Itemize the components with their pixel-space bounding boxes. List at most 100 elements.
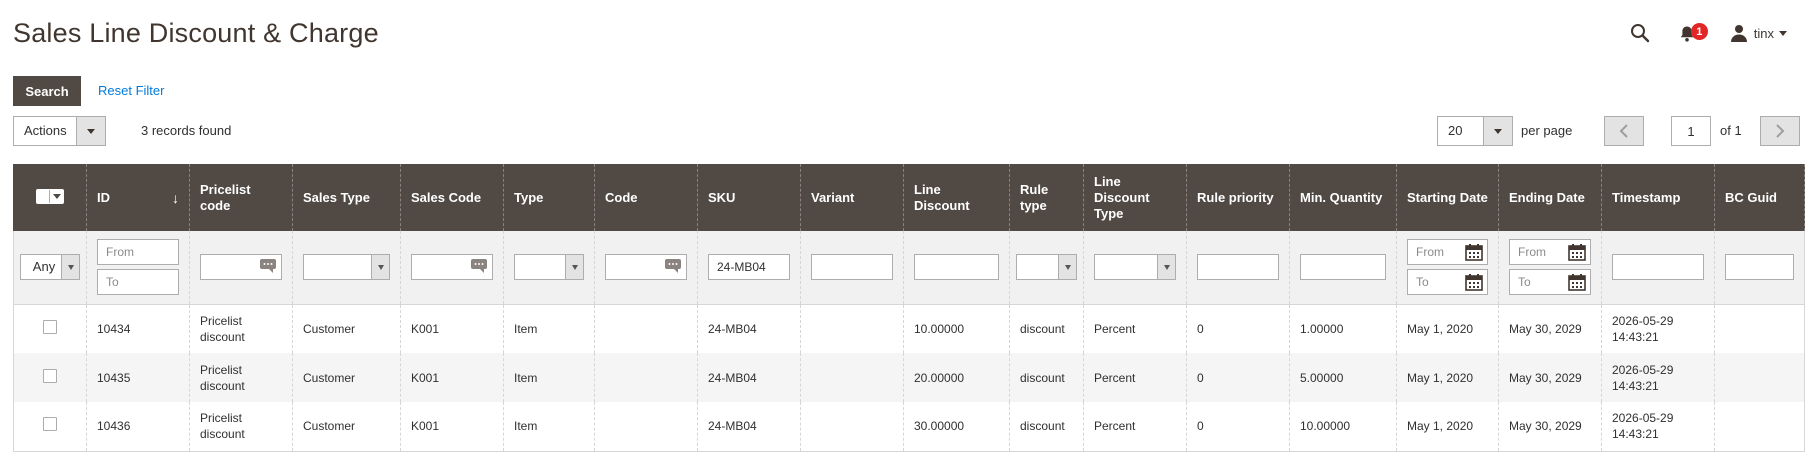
reset-filter-link[interactable]: Reset Filter [98, 83, 164, 98]
bc-guid-input[interactable] [1725, 254, 1794, 281]
filter-cell-timestamp [1601, 231, 1715, 305]
filter-cell-sales-type [292, 231, 401, 305]
cell-bc-guid [1714, 402, 1805, 452]
notification-count-badge: 1 [1690, 23, 1708, 40]
column-header-code[interactable]: Code [594, 164, 698, 231]
cell-min-quantity: 5.00000 [1289, 353, 1397, 402]
filter-cell-starting-date [1396, 231, 1499, 305]
calendar-icon[interactable] [1568, 273, 1586, 292]
chevron-left-icon [1619, 124, 1628, 138]
cell-id: 10435 [86, 353, 190, 402]
sku-input[interactable] [708, 254, 790, 281]
filter-cell-line-discount [903, 231, 1010, 305]
actions-dropdown[interactable]: Actions [13, 116, 106, 146]
current-page-input[interactable] [1671, 116, 1711, 146]
chevron-down-icon [371, 255, 389, 280]
rule-priority-input[interactable] [1197, 254, 1279, 281]
cell-ending-date: May 30, 2029 [1498, 304, 1602, 353]
column-header-rule-priority[interactable]: Rule priority [1186, 164, 1290, 231]
rule-type-select[interactable] [1016, 254, 1077, 281]
filter-cell-line-discount-type [1083, 231, 1187, 305]
min-quantity-input[interactable] [1300, 254, 1386, 281]
previous-page-button[interactable] [1604, 116, 1644, 146]
column-header-timestamp[interactable]: Timestamp [1601, 164, 1715, 231]
cell-line-discount-type: Percent [1083, 402, 1187, 452]
filter-cell-select: Any [13, 231, 87, 305]
row-select-cell [13, 402, 87, 452]
cell-starting-date: May 1, 2020 [1396, 304, 1499, 353]
cell-pricelist-code: Pricelist discount [189, 402, 293, 452]
column-header-sales-code[interactable]: Sales Code [400, 164, 504, 231]
row-checkbox[interactable] [43, 319, 57, 334]
line-discount-type-select[interactable] [1094, 254, 1176, 281]
user-name: tinx [1753, 25, 1774, 41]
chevron-down-icon [1483, 117, 1512, 145]
cell-line-discount-type: Percent [1083, 353, 1187, 402]
line-discount-input[interactable] [914, 254, 999, 281]
filter-cell-bc-guid [1714, 231, 1805, 305]
column-header-variant[interactable]: Variant [800, 164, 904, 231]
cell-id: 10436 [86, 402, 190, 452]
column-header-pricelist-code[interactable]: Pricelist code [189, 164, 293, 231]
column-header-ending-date[interactable]: Ending Date [1498, 164, 1602, 231]
filter-cell-ending-date [1498, 231, 1602, 305]
variant-input[interactable] [811, 254, 893, 281]
speech-bubble-icon [665, 259, 681, 274]
cell-type: Item [503, 402, 595, 452]
column-header-line-discount-type[interactable]: Line Discount Type [1083, 164, 1187, 231]
column-header-bc-guid[interactable]: BC Guid [1714, 164, 1805, 231]
speech-bubble-icon [471, 259, 487, 274]
mass-select-dropdown[interactable] [36, 188, 64, 204]
cell-min-quantity: 1.00000 [1289, 304, 1397, 353]
chevron-down-icon [565, 255, 583, 280]
column-header-sku[interactable]: SKU [697, 164, 801, 231]
user-menu[interactable]: tinx [1728, 22, 1787, 44]
column-header-line-discount[interactable]: Line Discount [903, 164, 1010, 231]
filter-row: Any [13, 231, 1805, 305]
chevron-down-icon [61, 255, 79, 280]
column-header-type[interactable]: Type [503, 164, 595, 231]
chevron-down-icon [1157, 255, 1175, 280]
timestamp-input[interactable] [1612, 254, 1704, 281]
chevron-down-icon [1058, 255, 1076, 280]
per-page-select[interactable]: 20 [1437, 116, 1513, 146]
cell-pricelist-code: Pricelist discount [189, 304, 293, 353]
cell-timestamp: 2026-05-29 14:43:21 [1601, 353, 1715, 402]
cell-ending-date: May 30, 2029 [1498, 402, 1602, 452]
page-title: Sales Line Discount & Charge [13, 18, 379, 48]
column-header-rule-type[interactable]: Rule type [1009, 164, 1084, 231]
id-to-input[interactable] [97, 269, 179, 296]
calendar-icon[interactable] [1465, 243, 1483, 262]
row-select-cell [13, 353, 87, 402]
cell-type: Item [503, 353, 595, 402]
row-checkbox[interactable] [43, 368, 57, 383]
search-icon[interactable] [1626, 19, 1654, 47]
next-page-button[interactable] [1760, 116, 1800, 146]
any-select[interactable]: Any [20, 254, 80, 281]
column-header-sales-type[interactable]: Sales Type [292, 164, 401, 231]
table-row: 10436 Pricelist discount Customer K001 I… [13, 402, 1805, 452]
chevron-down-icon [76, 117, 105, 145]
mass-select-header[interactable] [13, 164, 87, 231]
cell-bc-guid [1714, 353, 1805, 402]
sales-type-select[interactable] [303, 254, 390, 281]
type-select[interactable] [514, 254, 584, 281]
cell-sku: 24-MB04 [697, 353, 801, 402]
column-header-id[interactable]: ID ↓ [86, 164, 190, 231]
cell-sales-type: Customer [292, 402, 401, 452]
data-grid: ID ↓ Pricelist code Sales Type Sales Code… [13, 164, 1805, 452]
calendar-icon[interactable] [1568, 243, 1586, 262]
actions-label: Actions [24, 123, 67, 138]
cell-code [594, 353, 698, 402]
calendar-icon[interactable] [1465, 273, 1483, 292]
search-button[interactable]: Search [13, 76, 81, 106]
user-icon [1728, 22, 1750, 44]
cell-line-discount: 10.00000 [903, 304, 1010, 353]
id-from-input[interactable] [97, 239, 179, 266]
column-header-min-quantity[interactable]: Min. Quantity [1289, 164, 1397, 231]
speech-bubble-icon [260, 259, 276, 274]
cell-rule-priority: 0 [1186, 304, 1290, 353]
column-header-starting-date[interactable]: Starting Date [1396, 164, 1499, 231]
notifications-button[interactable]: 1 [1676, 19, 1708, 47]
row-checkbox[interactable] [43, 417, 57, 432]
